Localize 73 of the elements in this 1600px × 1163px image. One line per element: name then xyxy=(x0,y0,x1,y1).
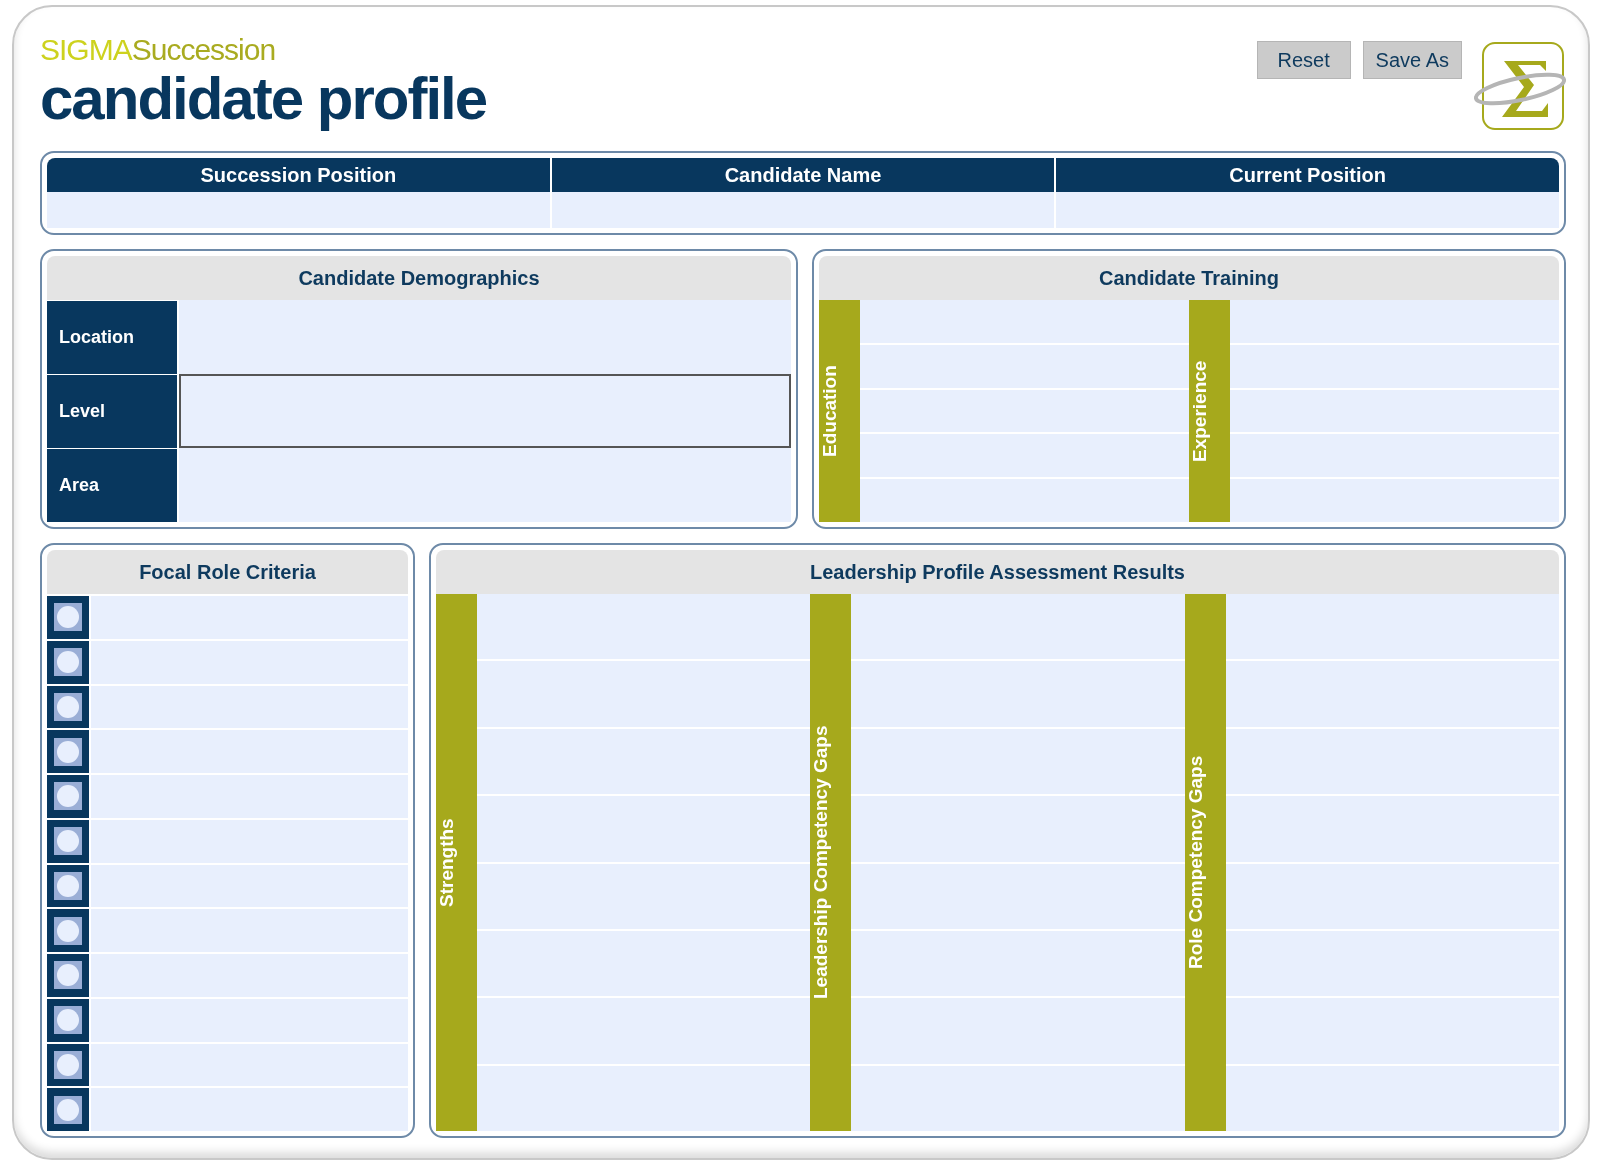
input-field[interactable] xyxy=(1225,863,1559,929)
radio-button[interactable] xyxy=(54,827,82,856)
field-label: Level xyxy=(47,374,177,448)
panel-header: Candidate Training xyxy=(819,256,1559,300)
input-field[interactable] xyxy=(1225,796,1559,862)
input-field[interactable] xyxy=(1230,344,1559,388)
input-field[interactable] xyxy=(860,479,1189,522)
input-field[interactable] xyxy=(1225,1065,1559,1131)
section-label: Experience xyxy=(1189,300,1230,522)
section-label: Role Competency Gaps xyxy=(1184,594,1226,1131)
radio-button[interactable] xyxy=(54,916,82,945)
radio-button[interactable] xyxy=(54,961,82,990)
input-field[interactable] xyxy=(47,192,550,228)
input-field[interactable] xyxy=(1230,434,1559,478)
panel-header: Focal Role Criteria xyxy=(47,550,408,594)
input-field[interactable] xyxy=(851,594,1185,660)
field-label: Area xyxy=(47,448,177,522)
input-field[interactable] xyxy=(860,389,1189,433)
column-header: Succession Position xyxy=(47,158,550,192)
input-field[interactable] xyxy=(1230,479,1559,522)
radio-button[interactable] xyxy=(54,1095,82,1124)
input-field[interactable] xyxy=(851,930,1185,997)
input-field[interactable] xyxy=(477,998,811,1064)
radio-button[interactable] xyxy=(54,692,82,721)
section-label: Leadership Competency Gaps xyxy=(810,594,852,1131)
radio-button[interactable] xyxy=(54,603,82,632)
sigma-logo-icon xyxy=(1474,41,1566,133)
input-field[interactable] xyxy=(851,661,1185,727)
radio-button[interactable] xyxy=(54,1050,82,1079)
input-field[interactable] xyxy=(1225,998,1559,1064)
input-field[interactable] xyxy=(91,1088,408,1131)
input-field[interactable] xyxy=(477,796,811,862)
input-field[interactable] xyxy=(1225,661,1559,727)
section-label: Strengths xyxy=(436,594,477,1131)
radio-button[interactable] xyxy=(54,871,82,900)
input-field[interactable] xyxy=(179,374,791,448)
input-field[interactable] xyxy=(477,728,811,795)
input-field[interactable] xyxy=(477,1065,811,1131)
input-field[interactable] xyxy=(179,300,791,374)
brand-name: SIGMASuccession xyxy=(40,33,277,67)
input-field[interactable] xyxy=(851,863,1185,929)
radio-button[interactable] xyxy=(54,782,82,811)
page-title: candidate profile xyxy=(40,67,487,131)
input-field[interactable] xyxy=(1225,594,1559,660)
input-field[interactable] xyxy=(1230,389,1559,433)
panel-header: Candidate Demographics xyxy=(47,256,791,300)
input-field[interactable] xyxy=(1056,192,1559,228)
input-field[interactable] xyxy=(851,998,1185,1064)
panel-header: Leadership Profile Assessment Results xyxy=(436,550,1559,594)
input-field[interactable] xyxy=(179,448,791,522)
radio-button[interactable] xyxy=(54,737,82,766)
input-field[interactable] xyxy=(851,728,1185,795)
input-field[interactable] xyxy=(477,661,811,727)
input-field[interactable] xyxy=(851,1065,1185,1131)
input-field[interactable] xyxy=(860,300,1189,343)
input-field[interactable] xyxy=(1230,300,1559,343)
input-field[interactable] xyxy=(1225,930,1559,997)
radio-button[interactable] xyxy=(54,648,82,677)
input-field[interactable] xyxy=(860,434,1189,478)
input-field[interactable] xyxy=(477,594,811,660)
column-header: Current Position xyxy=(1056,158,1559,192)
input-field[interactable] xyxy=(860,344,1189,388)
toolbar-button[interactable]: Reset xyxy=(1256,41,1351,79)
section-label: Education xyxy=(819,300,860,522)
toolbar-button[interactable]: Save As xyxy=(1362,41,1462,79)
radio-button[interactable] xyxy=(54,1006,82,1035)
input-field[interactable] xyxy=(551,192,1055,228)
input-field[interactable] xyxy=(1225,728,1559,795)
field-label: Location xyxy=(47,300,177,374)
column-header: Candidate Name xyxy=(551,158,1055,192)
input-field[interactable] xyxy=(477,863,811,929)
input-field[interactable] xyxy=(477,930,811,997)
input-field[interactable] xyxy=(851,796,1185,862)
